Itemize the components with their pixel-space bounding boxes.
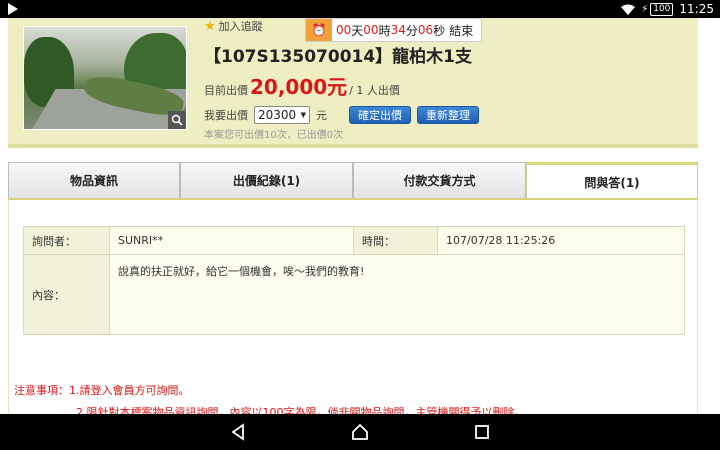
bid-amount-value: 20300: [258, 108, 297, 122]
table-row: 內容： 說真的扶正就好，給它一個機會，唉～我們的教育!: [23, 254, 685, 335]
follow-button[interactable]: ★ 加入追蹤: [204, 18, 263, 34]
question-text: 說真的扶正就好，給它一個機會，唉～我們的教育!: [118, 265, 365, 278]
countdown-timer: ⏰ 00 天 00 時 34 分 06 秒 結束: [305, 18, 483, 42]
status-bar: ⚡ 100 11:25: [0, 0, 720, 18]
notice-line-1: 注意事項：1.請登入會員方可詢問。: [14, 384, 190, 397]
zoom-icon[interactable]: [168, 111, 186, 129]
timer-status: 結束: [449, 23, 474, 38]
listing-title: 【107S135070014】龍柏木1支: [204, 47, 473, 67]
qa-table: 詢問者： SUNRI** 時間： 107/07/28 11:25:26 內容： …: [23, 226, 685, 335]
bid-amount-select[interactable]: 20300 ▼: [254, 106, 310, 124]
content-value: 說真的扶正就好，給它一個機會，唉～我們的教育!: [109, 254, 685, 335]
status-right: ⚡ 100 11:25: [621, 0, 714, 18]
charging-icon: ⚡: [641, 3, 649, 15]
chevron-down-icon: ▼: [300, 111, 306, 119]
time-label: 時間：: [353, 226, 438, 255]
tab-payment-delivery[interactable]: 付款交貨方式: [353, 162, 526, 198]
bid-unit: 元: [316, 109, 327, 122]
timer-minutes: 34: [390, 23, 406, 37]
current-price-row: 目前出價 20,000元 / 1 人出價: [204, 71, 400, 100]
content-label: 內容：: [23, 254, 110, 335]
timer-days: 00: [336, 23, 352, 37]
bid-row: 我要出價 20300 ▼ 元 確定出價 重新整理: [204, 106, 479, 124]
asker-value: SUNRI**: [109, 226, 354, 255]
time-value: 107/07/28 11:25:26: [437, 226, 685, 255]
timer-seconds: 06: [417, 23, 434, 37]
clock: 11:25: [679, 2, 714, 16]
alarm-clock-icon: ⏰: [306, 19, 332, 41]
refresh-button[interactable]: 重新整理: [417, 106, 479, 124]
asker-label: 詢問者：: [23, 226, 110, 255]
bidder-count: / 1 人出價: [349, 84, 400, 97]
timer-seconds-unit: 秒: [433, 23, 446, 38]
battery-level: 100: [650, 2, 674, 16]
current-price: 20,000元: [250, 75, 348, 99]
notification-icon: [8, 3, 18, 15]
tab-item-info[interactable]: 物品資訊: [8, 162, 180, 198]
table-row: 詢問者： SUNRI** 時間： 107/07/28 11:25:26: [23, 226, 685, 255]
current-price-label: 目前出價: [204, 84, 248, 97]
wifi-icon: [621, 4, 636, 15]
listing-header: ★ 加入追蹤 ⏰ 00 天 00 時 34 分 06 秒 結束 【107S1350700…: [8, 18, 698, 148]
home-icon[interactable]: [350, 422, 370, 442]
tab-bar: 物品資訊 出價紀錄(1) 付款交貨方式 問與答(1): [8, 162, 698, 200]
confirm-bid-button[interactable]: 確定出價: [349, 106, 411, 124]
back-icon[interactable]: [228, 422, 248, 442]
star-icon: ★: [204, 18, 216, 34]
tab-bid-history[interactable]: 出價紀錄(1): [180, 162, 353, 198]
timer-hours-unit: 時: [378, 23, 391, 38]
timer-minutes-unit: 分: [405, 23, 418, 38]
navigation-bar: [0, 414, 720, 450]
item-photo[interactable]: [23, 26, 187, 130]
recent-apps-icon[interactable]: [472, 422, 492, 442]
my-bid-label: 我要出價: [204, 109, 248, 122]
follow-label: 加入追蹤: [218, 20, 263, 33]
bid-limit-note: 本案您可出價10次，已出價0次: [204, 130, 344, 141]
battery-indicator: ⚡ 100: [641, 2, 674, 16]
tab-qa[interactable]: 問與答(1): [526, 162, 698, 200]
timer-hours: 00: [363, 23, 379, 37]
timer-days-unit: 天: [351, 23, 364, 38]
